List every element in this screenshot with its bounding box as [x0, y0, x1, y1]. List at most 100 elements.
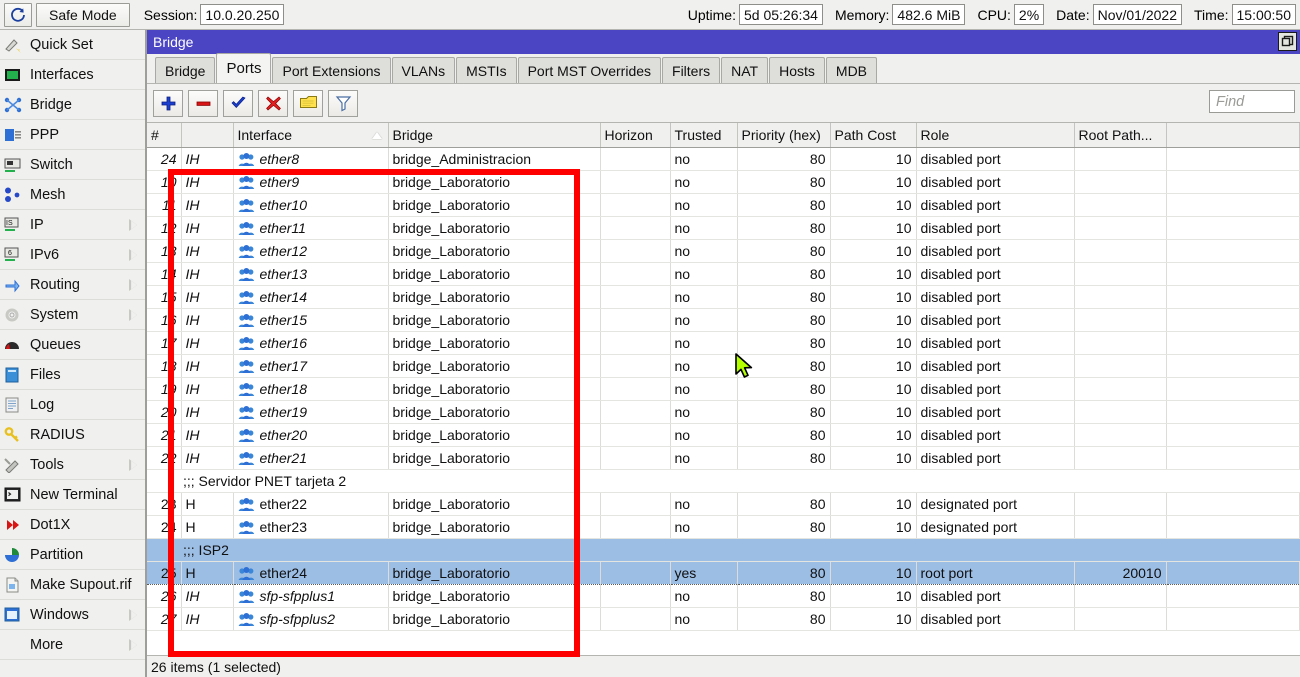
- sidebar-item-partition[interactable]: Partition: [0, 540, 145, 570]
- tab-mstis[interactable]: MSTIs: [456, 57, 516, 83]
- table-row[interactable]: 15IHether14bridge_Laboratoriono8010disab…: [147, 285, 1300, 308]
- sidebar-item-dot1x[interactable]: Dot1X: [0, 510, 145, 540]
- sidebar-item-radius[interactable]: RADIUS: [0, 420, 145, 450]
- tab-port-extensions[interactable]: Port Extensions: [272, 57, 390, 83]
- column-header-blank[interactable]: [1166, 123, 1300, 147]
- column-header-interface[interactable]: Interface: [233, 123, 388, 147]
- tab-nat[interactable]: NAT: [721, 57, 768, 83]
- sidebar-item-new-terminal[interactable]: New Terminal: [0, 480, 145, 510]
- table-row[interactable]: 14IHether13bridge_Laboratoriono8010disab…: [147, 262, 1300, 285]
- trusted-value: no: [670, 239, 737, 262]
- interface-label: ether24: [260, 565, 307, 581]
- sidebar-item-routing[interactable]: Routing: [0, 270, 145, 300]
- interface-name: ether8: [233, 147, 388, 170]
- sidebar-item-files[interactable]: Files: [0, 360, 145, 390]
- table-row[interactable]: 22IHether21bridge_Laboratoriono8010disab…: [147, 446, 1300, 469]
- sidebar-item-bridge[interactable]: Bridge: [0, 90, 145, 120]
- column-header-role[interactable]: Role: [916, 123, 1074, 147]
- sidebar-item-switch[interactable]: Switch: [0, 150, 145, 180]
- row-number: 24: [147, 515, 181, 538]
- interface-name: sfp-sfpplus1: [233, 584, 388, 607]
- filter-button[interactable]: [328, 90, 358, 117]
- trusted-value: no: [670, 331, 737, 354]
- sidebar-item-mesh[interactable]: Mesh: [0, 180, 145, 210]
- tab-label: VLANs: [402, 63, 446, 79]
- queues-icon: [2, 336, 24, 354]
- table-row[interactable]: 17IHether16bridge_Laboratoriono8010disab…: [147, 331, 1300, 354]
- sidebar-item-more[interactable]: More: [0, 630, 145, 660]
- table-row[interactable]: 26IHsfp-sfpplus1bridge_Laboratoriono8010…: [147, 584, 1300, 607]
- column-header-blank[interactable]: [181, 123, 233, 147]
- table-row[interactable]: 13IHether12bridge_Laboratoriono8010disab…: [147, 239, 1300, 262]
- interface-group-icon: [238, 383, 255, 397]
- tab-ports[interactable]: Ports: [216, 53, 271, 83]
- sidebar-item-make-supout-rif[interactable]: Make Supout.rif: [0, 570, 145, 600]
- sidebar-item-ppp[interactable]: PPP: [0, 120, 145, 150]
- tab-filters[interactable]: Filters: [662, 57, 720, 83]
- root-path-cost-value: [1074, 285, 1166, 308]
- column-header-bridge[interactable]: Bridge: [388, 123, 600, 147]
- add-button[interactable]: [153, 90, 183, 117]
- table-row[interactable]: 16IHether15bridge_Laboratoriono8010disab…: [147, 308, 1300, 331]
- table-row[interactable]: 10IHether9bridge_Laboratoriono8010disabl…: [147, 170, 1300, 193]
- row-number: 15: [147, 285, 181, 308]
- role-value: disabled port: [916, 285, 1074, 308]
- time-label: Time:: [1194, 7, 1228, 23]
- ports-table-container[interactable]: # Interface BridgeHorizonTrustedPriority (…: [147, 122, 1300, 655]
- column-header-priority-hex[interactable]: Priority (hex): [737, 123, 830, 147]
- column-header-[interactable]: #: [147, 123, 181, 147]
- table-row[interactable]: 18IHether17bridge_Laboratoriono8010disab…: [147, 354, 1300, 377]
- sidebar-item-interfaces[interactable]: Interfaces: [0, 60, 145, 90]
- table-row[interactable]: 25Hether24bridge_Laboratorioyes8010root …: [147, 561, 1300, 584]
- priority-value: 80: [737, 492, 830, 515]
- bridge-tabs[interactable]: BridgePortsPort Extensions VLANs MSTIsPort…: [147, 54, 1300, 84]
- table-row[interactable]: 24Hether23bridge_Laboratoriono8010design…: [147, 515, 1300, 538]
- horizon-value: [600, 170, 670, 193]
- remove-button[interactable]: [188, 90, 218, 117]
- tab-bridge[interactable]: Bridge: [155, 57, 215, 83]
- restore-window-button[interactable]: [1278, 32, 1297, 51]
- tab-mdb[interactable]: MDB: [826, 57, 877, 83]
- main-menu-sidebar[interactable]: Quick SetInterfacesBridgePPPSwitchMeshIS…: [0, 30, 147, 677]
- comment-button[interactable]: [293, 90, 323, 117]
- sidebar-item-queues[interactable]: Queues: [0, 330, 145, 360]
- trusted-value: no: [670, 285, 737, 308]
- table-body[interactable]: 24IHether8bridge_Administracionno8010dis…: [147, 147, 1300, 630]
- sidebar-item-log[interactable]: Log: [0, 390, 145, 420]
- row-spacer: [1166, 262, 1300, 285]
- table-header-row[interactable]: # Interface BridgeHorizonTrustedPriority (…: [147, 123, 1300, 147]
- refresh-button[interactable]: [4, 3, 32, 27]
- disable-button[interactable]: [258, 90, 288, 117]
- row-flags: IH: [181, 193, 233, 216]
- table-comment-row[interactable]: ;;; Servidor PNET tarjeta 2: [147, 469, 1300, 492]
- sidebar-item-ipv6[interactable]: 6IPv6: [0, 240, 145, 270]
- table-comment-row[interactable]: ;;; ISP2: [147, 538, 1300, 561]
- table-row[interactable]: 19IHether18bridge_Laboratoriono8010disab…: [147, 377, 1300, 400]
- interface-name: ether10: [233, 193, 388, 216]
- column-header-label: Interface: [238, 127, 292, 143]
- column-header-path-cost[interactable]: Path Cost: [830, 123, 916, 147]
- sidebar-item-quick-set[interactable]: Quick Set: [0, 30, 145, 60]
- table-row[interactable]: 12IHether11bridge_Laboratoriono8010disab…: [147, 216, 1300, 239]
- tab-port-mst-overrides[interactable]: Port MST Overrides: [518, 57, 661, 83]
- tab-vlans[interactable]: VLANs: [392, 57, 456, 83]
- table-row[interactable]: 27IHsfp-sfpplus2bridge_Laboratoriono8010…: [147, 607, 1300, 630]
- column-header-root-path[interactable]: Root Path...: [1074, 123, 1166, 147]
- table-row[interactable]: 11IHether10bridge_Laboratoriono8010disab…: [147, 193, 1300, 216]
- sidebar-item-system[interactable]: System: [0, 300, 145, 330]
- find-input[interactable]: Find: [1209, 90, 1295, 113]
- sidebar-item-ip[interactable]: ISIP: [0, 210, 145, 240]
- column-header-trusted[interactable]: Trusted: [670, 123, 737, 147]
- trusted-value: no: [670, 492, 737, 515]
- table-row[interactable]: 23Hether22bridge_Laboratoriono8010design…: [147, 492, 1300, 515]
- tab-hosts[interactable]: Hosts: [769, 57, 825, 83]
- safe-mode-button[interactable]: Safe Mode: [36, 3, 130, 27]
- table-row[interactable]: 21IHether20bridge_Laboratoriono8010disab…: [147, 423, 1300, 446]
- column-header-horizon[interactable]: Horizon: [600, 123, 670, 147]
- priority-value: 80: [737, 377, 830, 400]
- sidebar-item-tools[interactable]: Tools: [0, 450, 145, 480]
- enable-button[interactable]: [223, 90, 253, 117]
- table-row[interactable]: 24IHether8bridge_Administracionno8010dis…: [147, 147, 1300, 170]
- table-row[interactable]: 20IHether19bridge_Laboratoriono8010disab…: [147, 400, 1300, 423]
- sidebar-item-windows[interactable]: Windows: [0, 600, 145, 630]
